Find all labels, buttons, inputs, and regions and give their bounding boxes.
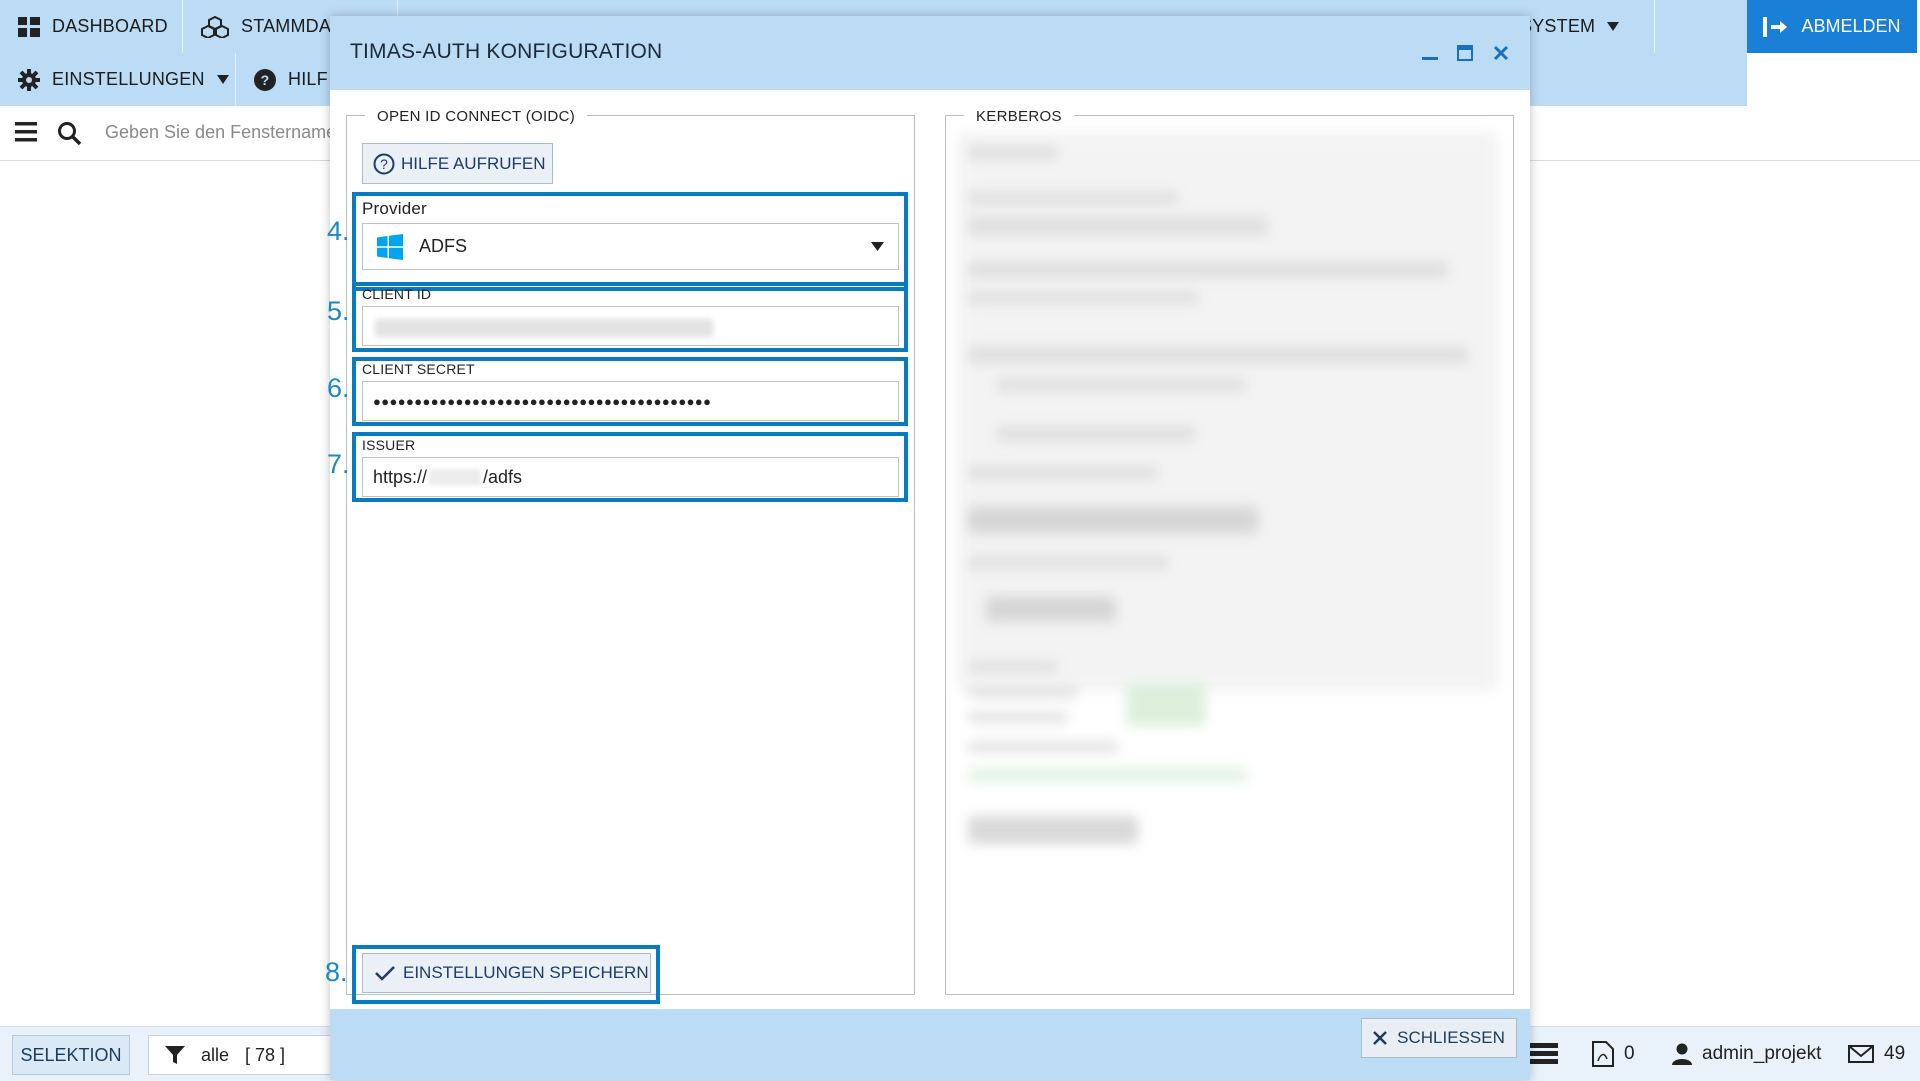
menu-hilfe-label: HILF — [288, 69, 328, 89]
kerberos-blurred-line — [968, 191, 1178, 205]
step-number-4: 4. — [327, 216, 350, 246]
svg-text:?: ? — [380, 156, 388, 172]
logout-label: ABMELDEN — [1801, 16, 1901, 36]
maximize-button[interactable] — [1452, 40, 1478, 66]
caret-down-icon — [216, 74, 229, 84]
caret-down-icon — [871, 242, 884, 251]
kerberos-blurred-line — [968, 291, 1198, 305]
logout-button[interactable]: ABMELDEN — [1747, 0, 1917, 53]
client-id-label: CLIENT ID — [362, 286, 432, 302]
gear-icon — [18, 68, 40, 91]
issuer-input[interactable]: https:// /adfs — [362, 457, 899, 497]
help-button-label: HILFE AUFRUFEN — [401, 153, 546, 173]
kerberos-blurred-line — [968, 261, 1448, 279]
auth-config-dialog: TIMAS-AUTH KONFIGURATION OPEN ID CONNECT… — [325, 16, 1530, 1080]
step-number-5: 5. — [327, 296, 350, 326]
pdf-counter[interactable]: 0 — [1592, 1027, 1635, 1081]
minimize-icon — [1422, 57, 1438, 60]
kerberos-blurred-line — [968, 768, 1248, 782]
logout-icon — [1763, 16, 1788, 37]
windows-logo-icon — [377, 233, 403, 260]
hamburger-menu-icon[interactable] — [15, 122, 37, 142]
svg-text:?: ? — [261, 72, 270, 88]
provider-select[interactable]: ADFS — [362, 223, 899, 270]
check-icon — [375, 966, 395, 981]
filter-count: [ 78 ] — [245, 1044, 286, 1065]
save-settings-label: EINSTELLUNGEN SPEICHERN — [403, 963, 649, 982]
kerberos-blurred-line — [968, 216, 1268, 236]
menu-stammdaten-label: STAMMDAT — [241, 16, 341, 36]
close-dialog-label: SCHLIESSEN — [1397, 1028, 1505, 1047]
user-info[interactable]: admin_projekt — [1672, 1027, 1821, 1081]
kerberos-blurred-line — [968, 686, 1078, 698]
user-name: admin_projekt — [1702, 1043, 1822, 1064]
menu-einstellungen[interactable]: EINSTELLUNGEN — [0, 53, 236, 106]
pdf-file-icon — [1592, 1041, 1614, 1067]
kerberos-blurred-line — [968, 556, 1168, 570]
step-number-7: 7. — [327, 449, 350, 479]
minimize-button[interactable] — [1417, 40, 1443, 66]
search-input[interactable]: Geben Sie den Fenstername — [105, 122, 336, 143]
filter-value: alle — [201, 1044, 230, 1065]
cubes-icon — [201, 15, 229, 38]
client-id-input[interactable] — [362, 306, 899, 346]
mail-icon — [1848, 1045, 1874, 1063]
issuer-label: ISSUER — [362, 437, 416, 453]
step-number-6: 6. — [327, 373, 350, 403]
kerberos-blurred-line — [996, 378, 1246, 392]
caret-down-icon — [1607, 21, 1620, 31]
kerberos-blurred-status — [1126, 684, 1206, 726]
kerberos-blurred-button — [968, 816, 1138, 844]
save-settings-button[interactable]: EINSTELLUNGEN SPEICHERN — [362, 953, 651, 993]
mail-count: 49 — [1884, 1043, 1906, 1064]
menu-dashboard[interactable]: DASHBOARD — [0, 0, 183, 53]
kerberos-blurred-line — [968, 146, 1058, 160]
kerberos-blurred-line — [968, 466, 1158, 480]
selection-button[interactable]: SELEKTION — [12, 1035, 130, 1075]
menu-dashboard-label: DASHBOARD — [52, 16, 168, 36]
close-window-button[interactable] — [1488, 40, 1514, 66]
close-icon — [1373, 1031, 1388, 1045]
question-circle-icon: ? — [254, 68, 276, 91]
provider-value: ADFS — [419, 236, 468, 256]
list-icon — [1528, 1043, 1558, 1064]
dialog-footer — [330, 1009, 1530, 1080]
kerberos-blurred-line — [968, 661, 1058, 673]
help-button[interactable]: ? HILFE AUFRUFEN — [362, 143, 553, 184]
kerberos-legend: KERBEROS — [964, 108, 1074, 125]
close-dialog-button[interactable]: SCHLIESSEN — [1361, 1018, 1517, 1058]
list-view-toggle[interactable] — [1528, 1027, 1558, 1081]
dialog-header: TIMAS-AUTH KONFIGURATION — [330, 16, 1530, 90]
oidc-legend: OPEN ID CONNECT (OIDC) — [365, 108, 587, 125]
kerberos-panel: KERBEROS — [945, 108, 1514, 995]
maximize-icon — [1457, 45, 1473, 61]
kerberos-blurred-button — [986, 596, 1116, 622]
kerberos-blurred-line — [968, 346, 1468, 364]
client-secret-label: CLIENT SECRET — [362, 361, 475, 377]
dashboard-icon — [18, 16, 40, 37]
pdf-count: 0 — [1624, 1043, 1635, 1064]
kerberos-blurred-line — [996, 426, 1196, 442]
filter-icon — [165, 1046, 185, 1064]
search-icon[interactable] — [57, 121, 81, 145]
menu-einstellungen-label: EINSTELLUNGEN — [52, 69, 205, 89]
provider-label: Provider — [362, 199, 427, 218]
mail-counter[interactable]: 49 — [1848, 1027, 1905, 1081]
kerberos-blurred-line — [968, 711, 1068, 723]
dialog-title: TIMAS-AUTH KONFIGURATION — [350, 40, 663, 63]
close-icon — [1493, 45, 1509, 61]
issuer-suffix: /adfs — [483, 466, 523, 487]
question-circle-icon: ? — [373, 153, 395, 174]
kerberos-blurred-line — [968, 741, 1118, 753]
redacted-issuer-host — [429, 469, 482, 485]
client-secret-input[interactable]: ●●●●●●●●●●●●●●●●●●●●●●●●●●●●●●●●●●●●●●●●… — [362, 381, 899, 421]
step-number-8: 8. — [325, 957, 348, 987]
redacted-client-id — [375, 319, 713, 337]
issuer-prefix: https:// — [373, 466, 428, 487]
user-icon — [1672, 1043, 1692, 1065]
menu-system-label: SYSTEM — [1520, 16, 1596, 36]
kerberos-blurred-button — [968, 506, 1258, 534]
